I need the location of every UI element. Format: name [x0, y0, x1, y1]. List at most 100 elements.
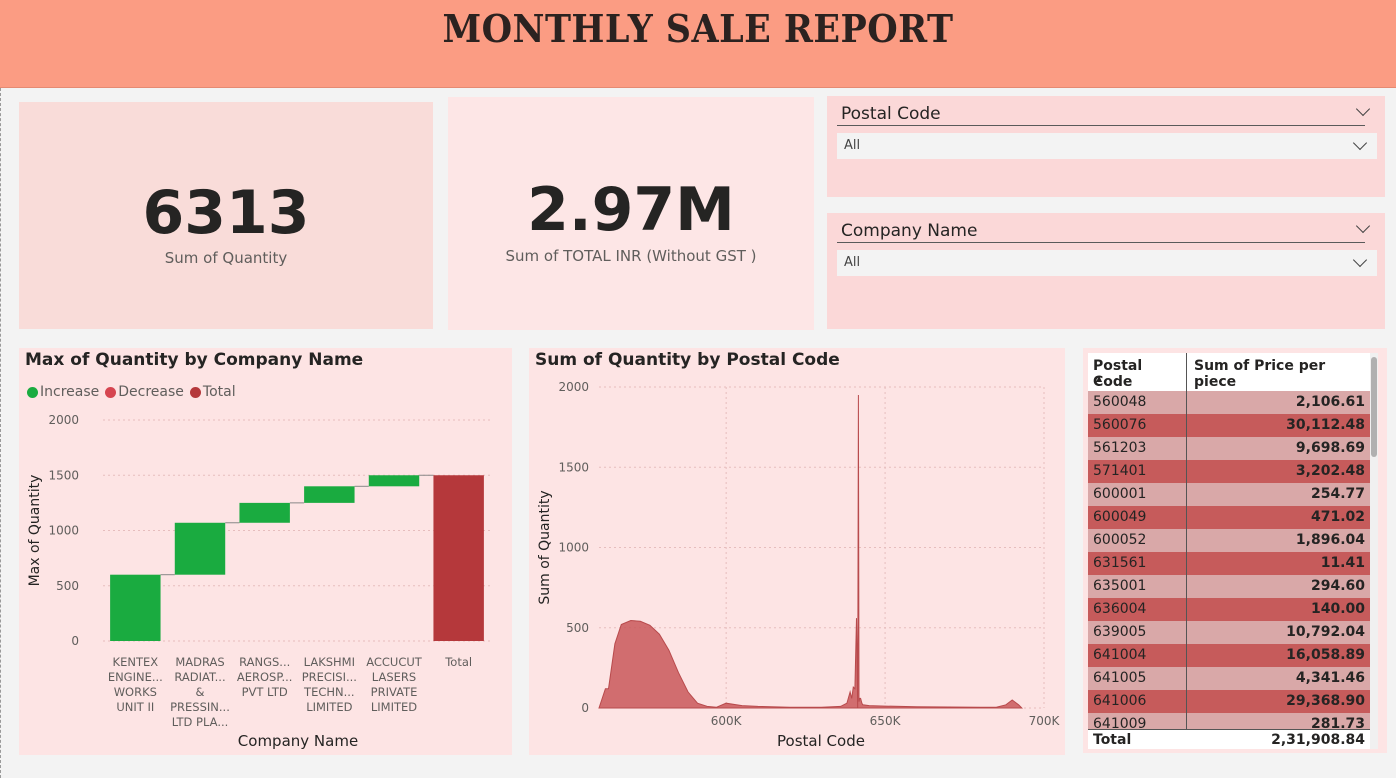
- table-row[interactable]: 641005 4,341.46: [1088, 667, 1370, 690]
- company-name-slicer[interactable]: Company Name All: [827, 213, 1385, 329]
- kpi-total-inr-value: 2.97M: [527, 175, 735, 245]
- table-row[interactable]: 639005 10,792.04: [1088, 621, 1370, 644]
- canvas-border: [0, 88, 3, 778]
- price-cell: 4,341.46: [1295, 670, 1365, 686]
- report-title: MONTHLY SALE REPORT: [442, 6, 954, 51]
- kpi-quantity-label: Sum of Quantity: [164, 249, 288, 267]
- sort-ascending-icon: ▲: [1096, 374, 1103, 383]
- table-row[interactable]: 600052 1,896.04: [1088, 529, 1370, 552]
- postal-code-dropdown[interactable]: All: [837, 133, 1377, 159]
- x-axis-title: Company Name: [238, 732, 358, 750]
- postal-code-cell: 641004: [1093, 647, 1147, 663]
- price-table-card[interactable]: Postal Code ▲ Sum of Price per piece 560…: [1083, 348, 1387, 753]
- x-tick-label: PRESSIN...: [170, 700, 230, 714]
- waterfall-bar: [368, 475, 420, 487]
- table-row[interactable]: 641006 29,368.90: [1088, 690, 1370, 713]
- price-cell: 9,698.69: [1295, 440, 1365, 456]
- postal-code-cell: 636004: [1093, 601, 1147, 617]
- x-tick-label: PRIVATE: [371, 685, 418, 699]
- postal-code-slicer-title: Postal Code: [841, 104, 941, 124]
- price-cell: 10,792.04: [1286, 624, 1365, 640]
- postal-code-cell: 560048: [1093, 394, 1147, 410]
- kpi-card-quantity[interactable]: 6313 Sum of Quantity: [19, 102, 433, 329]
- company-name-dropdown[interactable]: All: [837, 250, 1377, 276]
- scroll-thumb[interactable]: [1371, 357, 1377, 457]
- x-tick-label: RADIAT...: [174, 670, 225, 684]
- y-tick-label: 1000: [48, 524, 79, 538]
- price-cell: 11.41: [1320, 555, 1365, 571]
- waterfall-bar: [239, 502, 290, 523]
- x-tick-label: LIMITED: [306, 700, 352, 714]
- total-label: Total: [1093, 732, 1132, 748]
- postal-code-cell: 600001: [1093, 486, 1147, 502]
- waterfall-bar: [433, 475, 484, 641]
- y-tick-label: 2000: [558, 380, 589, 394]
- postal-code-cell: 639005: [1093, 624, 1147, 640]
- y-tick-label: 0: [71, 634, 79, 648]
- table-row[interactable]: 600001 254.77: [1088, 483, 1370, 506]
- table-row[interactable]: 571401 3,202.48: [1088, 460, 1370, 483]
- postal-code-cell: 561203: [1093, 440, 1147, 456]
- y-tick-label: 0: [581, 701, 589, 715]
- table-row[interactable]: 641004 16,058.89: [1088, 644, 1370, 667]
- company-name-selected-value: All: [844, 255, 861, 270]
- chevron-down-icon[interactable]: [1355, 218, 1371, 234]
- kpi-total-inr-label: Sum of TOTAL INR (Without GST ): [505, 247, 757, 265]
- x-tick-label: MADRAS: [175, 655, 224, 669]
- x-tick-label: LTD PLA...: [172, 715, 229, 729]
- area-chart-card[interactable]: Sum of Quantity by Postal Code 0 500 1000 1…: [529, 348, 1065, 755]
- price-cell: 2,106.61: [1295, 394, 1365, 410]
- y-tick-label: 1500: [48, 468, 79, 482]
- price-cell: 471.02: [1310, 509, 1365, 525]
- y-tick-label: 2000: [48, 413, 79, 427]
- total-value: 2,31,908.84: [1271, 732, 1365, 748]
- table-row[interactable]: 636004 140.00: [1088, 598, 1370, 621]
- x-tick-label: &: [196, 685, 205, 699]
- company-name-slicer-title: Company Name: [841, 221, 978, 241]
- table-row[interactable]: 560048 2,106.61: [1088, 391, 1370, 414]
- postal-code-cell: 600049: [1093, 509, 1147, 525]
- x-tick-label: KENTEX: [113, 655, 159, 669]
- chevron-down-icon: [1352, 252, 1368, 268]
- x-tick-label: PVT LTD: [242, 685, 288, 699]
- x-tick-label: LIMITED: [371, 700, 417, 714]
- postal-code-slicer[interactable]: Postal Code All: [827, 96, 1385, 197]
- x-tick-label: RANGS...: [239, 655, 290, 669]
- kpi-card-total-inr[interactable]: 2.97M Sum of TOTAL INR (Without GST ): [448, 97, 814, 330]
- postal-code-cell: 560076: [1093, 417, 1147, 433]
- table-row[interactable]: 635001 294.60: [1088, 575, 1370, 598]
- waterfall-bar: [304, 486, 355, 503]
- y-axis-title: Sum of Quantity: [537, 490, 553, 604]
- x-tick-label: ENGINE...: [108, 670, 163, 684]
- table-row[interactable]: 560076 30,112.48: [1088, 414, 1370, 437]
- price-cell: 140.00: [1310, 601, 1365, 617]
- chevron-down-icon[interactable]: [1355, 101, 1371, 117]
- postal-code-cell: 641005: [1093, 670, 1147, 686]
- x-tick-label: 700K: [1029, 714, 1061, 728]
- x-tick-label: LAKSHMI: [304, 655, 355, 669]
- waterfall-bar: [174, 522, 226, 575]
- y-tick-label: 500: [56, 579, 79, 593]
- table-scrollbar[interactable]: [1370, 353, 1378, 749]
- report-header: MONTHLY SALE REPORT: [0, 0, 1396, 88]
- waterfall-chart-card[interactable]: Max of Quantity by Company Name Increase…: [19, 348, 512, 755]
- price-cell: 29,368.90: [1286, 693, 1365, 709]
- price-cell: 16,058.89: [1286, 647, 1365, 663]
- table-total-row: Total 2,31,908.84: [1088, 729, 1370, 749]
- postal-code-cell: 631561: [1093, 555, 1147, 571]
- price-cell: 294.60: [1310, 578, 1365, 594]
- x-tick-label: LASERS: [372, 670, 416, 684]
- x-tick-label: UNIT II: [116, 700, 154, 714]
- table-row[interactable]: 600049 471.02: [1088, 506, 1370, 529]
- postal-code-selected-value: All: [844, 138, 861, 153]
- postal-code-cell: 600052: [1093, 532, 1147, 548]
- table-row[interactable]: 561203 9,698.69: [1088, 437, 1370, 460]
- x-axis-title: Postal Code: [777, 732, 865, 750]
- column-header-price[interactable]: Sum of Price per piece: [1192, 353, 1368, 390]
- column-header-postal-code[interactable]: Postal Code ▲: [1093, 353, 1185, 390]
- y-axis-title: Max of Quantity: [27, 475, 43, 587]
- x-tick-label: 600K: [711, 714, 743, 728]
- kpi-quantity-value: 6313: [142, 178, 310, 248]
- table-row[interactable]: 631561 11.41: [1088, 552, 1370, 575]
- x-tick-label: 650K: [870, 714, 902, 728]
